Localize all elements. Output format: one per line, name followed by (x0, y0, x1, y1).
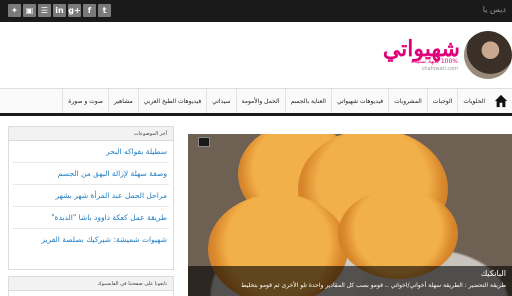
main-nav: الحلويات الوجبات المشروبات فيديوهات شهيواتي… (0, 88, 512, 116)
nav-item[interactable]: العناية بالجسم (284, 89, 331, 113)
recent-post-link[interactable]: سطيلة بفواكه البحر (13, 141, 169, 163)
recent-post-link[interactable]: مراحل الحمل عند المرأة شهر بشهر (13, 185, 169, 207)
nav-item[interactable]: سيداتي (206, 89, 235, 113)
custom-icon[interactable]: t (98, 4, 111, 17)
recent-post-link[interactable]: وصفة سهلة لإزالة البهق من الجسم (13, 163, 169, 185)
gallery-icon[interactable] (198, 137, 210, 147)
home-icon (494, 94, 508, 108)
recent-posts-title: آخر الموضوعات (9, 127, 173, 141)
top-bar: ✦ ▣ ☰ in g+ f t ديس يا (0, 0, 512, 22)
recent-posts-widget: آخر الموضوعات سطيلة بفواكه البحر وصفة سهل… (8, 126, 174, 270)
site-logo-tagline: 100% نكهة ستيدة (411, 58, 458, 65)
nav-item[interactable]: مشاهير (107, 89, 138, 113)
slider-caption: البانكيك طريقة التحضير : الطريقة سهلة أخ… (188, 266, 512, 296)
site-header: شهيواتي 100% نكهة ستيدة chahiwati.com (0, 22, 512, 88)
facebook-icon[interactable]: g+ (68, 4, 81, 17)
nav-item[interactable]: الوجبات (426, 89, 458, 113)
logo-avatar[interactable] (464, 31, 512, 79)
slider-text: طريقة التحضير : الطريقة سهلة أخواتي/اخوا… (240, 282, 506, 289)
facebook-widget: تابعونا على صفحتنا في الفايسبوك (8, 276, 174, 296)
recent-post-link[interactable]: شهيوات شميشة: شيركيك بصلصة الفريز (13, 229, 169, 250)
recent-posts-list: سطيلة بفواكه البحر وصفة سهلة لإزالة البهق… (9, 141, 173, 250)
top-greeting: ديس يا (482, 5, 506, 14)
googleplus-icon[interactable]: in (53, 4, 66, 17)
nav-item[interactable]: الحمل والأمومة (235, 89, 285, 113)
nav-item[interactable]: صوت و صورة (62, 89, 108, 113)
site-logo-domain: chahiwati.com (421, 66, 458, 72)
recent-post-link[interactable]: طريقة عمل كعكة داوود باشا "الدبدة" (13, 207, 169, 229)
nav-item[interactable]: المشروبات (388, 89, 427, 113)
linkedin-icon[interactable]: ☰ (38, 4, 51, 17)
youtube-icon[interactable]: ▣ (23, 4, 36, 17)
nav-item[interactable]: فيديوهات شهيواتي (330, 89, 388, 113)
nav-items: الحلويات الوجبات المشروبات فيديوهات شهيواتي… (62, 89, 490, 113)
home-button[interactable] (490, 89, 512, 113)
nav-item[interactable]: الحلويات (457, 89, 490, 113)
nav-item[interactable]: فيديوهات الطبخ العربي (137, 89, 207, 113)
social-icons: ✦ ▣ ☰ in g+ f t (8, 4, 111, 17)
facebook-widget-title: تابعونا على صفحتنا في الفايسبوك (9, 277, 173, 291)
rss-icon[interactable]: ✦ (8, 4, 21, 17)
slider-title[interactable]: البانكيك (481, 269, 506, 278)
twitter-icon[interactable]: f (83, 4, 96, 17)
